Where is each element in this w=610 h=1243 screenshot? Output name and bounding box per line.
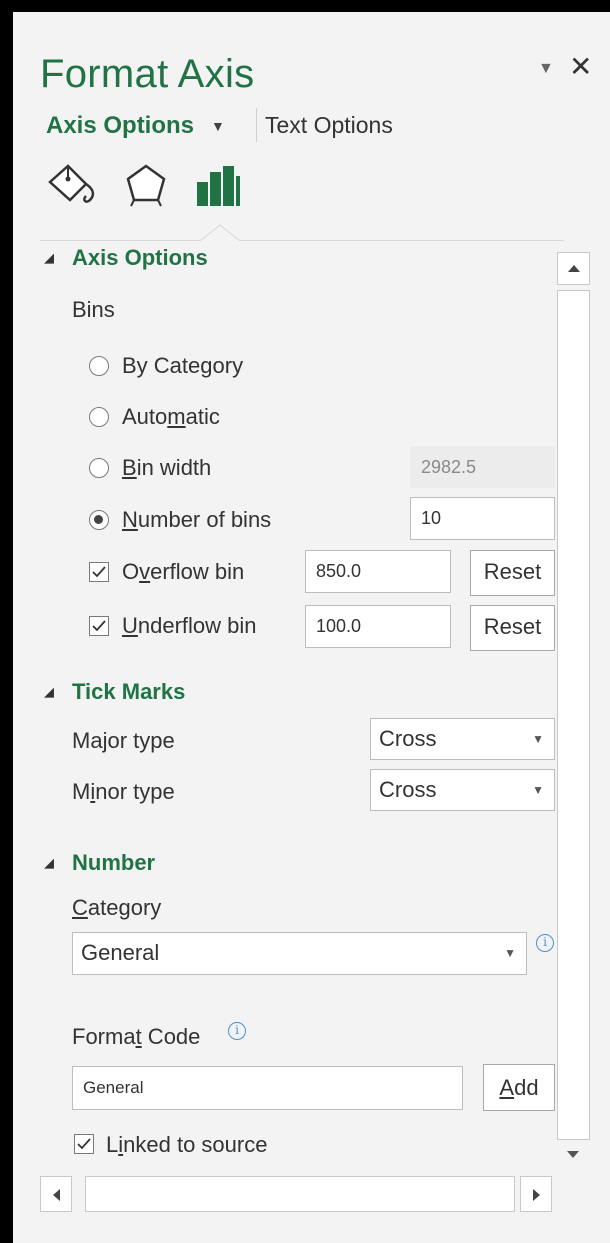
collapse-triangle-icon[interactable]: ◢ [44, 684, 54, 700]
format-code-label: Format Code [72, 1024, 201, 1049]
window-border-left [0, 0, 13, 1243]
scroll-right-button[interactable] [520, 1176, 552, 1212]
overflow-bin-label[interactable]: Overflow bin [122, 559, 244, 585]
collapse-triangle-icon[interactable]: ◢ [44, 855, 54, 871]
minor-type-select[interactable]: Cross ▼ [370, 769, 555, 811]
number-of-bins-radio[interactable] [89, 510, 109, 530]
close-icon[interactable]: ✕ [569, 52, 592, 82]
axis-options-icon[interactable] [195, 160, 241, 210]
category-info-icon[interactable]: i [536, 934, 554, 952]
tab-axis-options[interactable]: Axis Options [46, 112, 194, 140]
number-of-bins-label[interactable]: Number of bins [122, 507, 271, 533]
horizontal-scrollbar-thumb[interactable] [85, 1176, 515, 1212]
underflow-reset-button[interactable]: Reset [470, 605, 555, 651]
bins-label: Bins [72, 297, 115, 322]
pane-title: Format Axis [40, 52, 255, 96]
format-code-info-icon[interactable]: i [228, 1022, 246, 1040]
chevron-down-icon: ▼ [504, 946, 516, 960]
scroll-left-button[interactable] [40, 1176, 72, 1212]
section-divider [40, 240, 564, 241]
underflow-bin-label[interactable]: Underflow bin [122, 613, 257, 639]
minor-type-value: Cross [379, 777, 437, 802]
automatic-radio[interactable] [89, 407, 109, 427]
major-type-value: Cross [379, 726, 437, 751]
category-value: General [81, 940, 160, 965]
underflow-bin-checkbox[interactable] [89, 616, 109, 636]
tab-text-options[interactable]: Text Options [265, 112, 393, 139]
chevron-down-icon: ▼ [532, 732, 544, 746]
category-label: Category [72, 895, 162, 920]
fill-line-icon[interactable] [46, 160, 104, 210]
scroll-up-button[interactable] [557, 252, 590, 285]
overflow-reset-button[interactable]: Reset [470, 550, 555, 596]
by-category-radio[interactable] [89, 356, 109, 376]
automatic-label[interactable]: Automatic [122, 404, 220, 430]
linked-to-source-label[interactable]: Linked to source [106, 1132, 267, 1158]
linked-to-source-checkbox[interactable] [74, 1134, 94, 1154]
section-title-axis-options[interactable]: Axis Options [72, 245, 208, 271]
minor-type-label: Minor type [72, 779, 175, 804]
category-select[interactable]: General ▼ [72, 932, 527, 975]
add-button[interactable]: Add [483, 1064, 555, 1111]
collapse-triangle-icon[interactable]: ◢ [44, 250, 54, 266]
overflow-bin-checkbox[interactable] [89, 562, 109, 582]
overflow-bin-field[interactable]: 850.0 [305, 550, 451, 593]
bin-width-label[interactable]: Bin width [122, 455, 211, 481]
active-tab-notch [200, 224, 240, 242]
bin-width-field: 2982.5 [410, 446, 555, 488]
major-type-label: Major type [72, 728, 175, 753]
chevron-down-icon: ▼ [532, 783, 544, 797]
vertical-scrollbar-thumb[interactable] [557, 290, 590, 1140]
tab-separator [256, 108, 257, 142]
bin-width-radio[interactable] [89, 458, 109, 478]
by-category-label[interactable]: By Category [122, 353, 243, 379]
number-of-bins-field[interactable]: 10 [410, 497, 555, 540]
pane-options-dropdown-icon[interactable]: ▼ [538, 60, 554, 78]
underflow-bin-field[interactable]: 100.0 [305, 605, 451, 648]
scroll-down-button[interactable] [557, 1142, 590, 1168]
section-title-tick-marks[interactable]: Tick Marks [72, 679, 185, 705]
format-code-field[interactable]: General [72, 1066, 463, 1110]
window-border-top [0, 0, 610, 12]
chevron-down-icon[interactable]: ▼ [211, 118, 225, 134]
major-type-select[interactable]: Cross ▼ [370, 718, 555, 760]
effects-icon[interactable] [122, 160, 170, 210]
format-axis-window: Format Axis ▼ ✕ Axis Options ▼ Text Opti… [0, 0, 610, 1243]
section-title-number[interactable]: Number [72, 850, 155, 876]
